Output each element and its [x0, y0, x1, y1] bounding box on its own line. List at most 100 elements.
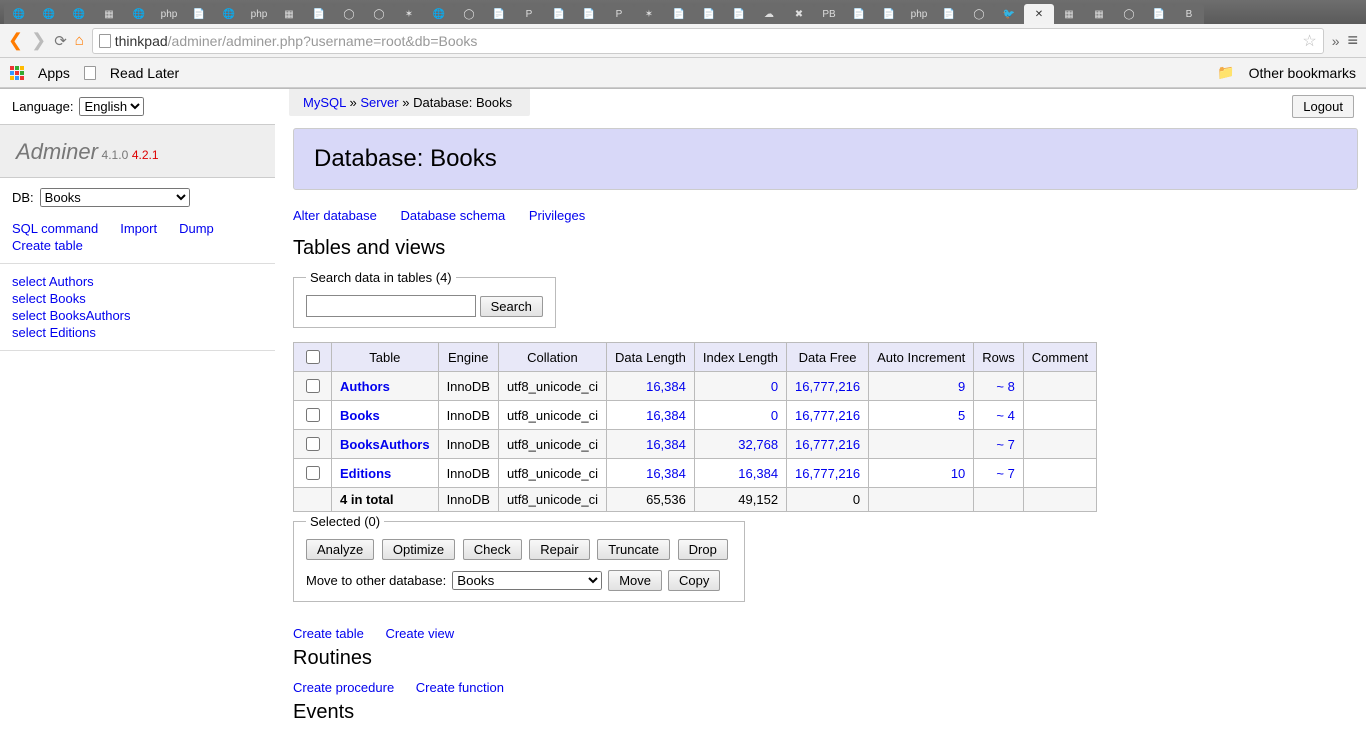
logout-button[interactable]: Logout — [1292, 95, 1354, 118]
col-rows[interactable]: Rows — [974, 343, 1024, 372]
bookmark-star-icon[interactable]: ☆ — [1302, 31, 1316, 51]
create-function-link[interactable]: Create function — [416, 680, 504, 695]
browser-tab[interactable]: 📄 — [1144, 4, 1174, 24]
dump-link[interactable]: Dump — [179, 221, 214, 236]
cell-data-free[interactable]: 16,777,216 — [795, 379, 860, 394]
browser-tab[interactable]: 📄 — [484, 4, 514, 24]
browser-tab-active[interactable]: ✕ — [1024, 4, 1054, 24]
cell-rows[interactable]: ~ 4 — [996, 408, 1014, 423]
col-engine[interactable]: Engine — [438, 343, 498, 372]
browser-tab[interactable]: ◯ — [364, 4, 394, 24]
browser-tab[interactable]: ◯ — [1114, 4, 1144, 24]
col-table[interactable]: Table — [332, 343, 439, 372]
select-all-checkbox[interactable] — [306, 350, 320, 364]
cell-data-length[interactable]: 16,384 — [646, 408, 686, 423]
col-data-length[interactable]: Data Length — [607, 343, 695, 372]
browser-tab[interactable]: 📄 — [574, 4, 604, 24]
database-schema-link[interactable]: Database schema — [400, 208, 505, 223]
browser-tab[interactable]: php — [244, 4, 274, 24]
breadcrumb-mysql[interactable]: MySQL — [303, 95, 346, 110]
browser-tab[interactable]: ▦ — [94, 4, 124, 24]
browser-tab[interactable]: 📄 — [724, 4, 754, 24]
cell-index-length[interactable]: 0 — [771, 379, 778, 394]
cell-data-length[interactable]: 16,384 — [646, 437, 686, 452]
home-icon[interactable]: ⌂ — [75, 32, 84, 49]
cell-rows[interactable]: ~ 7 — [996, 466, 1014, 481]
forward-icon[interactable]: ❯ — [31, 30, 46, 51]
browser-tab[interactable]: 📄 — [874, 4, 904, 24]
brand-latest-version[interactable]: 4.2.1 — [132, 148, 159, 162]
cell-data-free[interactable]: 16,777,216 — [795, 408, 860, 423]
sidebar-select-link[interactable]: select Books — [12, 291, 263, 306]
row-checkbox[interactable] — [306, 408, 320, 422]
cell-auto-inc[interactable]: 9 — [958, 379, 965, 394]
db-select[interactable]: Books — [40, 188, 190, 207]
apps-icon[interactable] — [10, 66, 24, 80]
row-checkbox[interactable] — [306, 466, 320, 480]
col-data-free[interactable]: Data Free — [787, 343, 869, 372]
browser-tab[interactable]: ✶ — [394, 4, 424, 24]
check-button[interactable]: Check — [463, 539, 522, 560]
move-db-select[interactable]: Books — [452, 571, 602, 590]
repair-button[interactable]: Repair — [529, 539, 589, 560]
cell-data-free[interactable]: 16,777,216 — [795, 437, 860, 452]
create-table-link[interactable]: Create table — [12, 238, 83, 253]
sidebar-select-link[interactable]: select BooksAuthors — [12, 308, 263, 323]
browser-tab[interactable]: ☁ — [754, 4, 784, 24]
create-view-link[interactable]: Create view — [385, 626, 454, 641]
browser-tab[interactable]: PB — [814, 4, 844, 24]
col-auto-increment[interactable]: Auto Increment — [869, 343, 974, 372]
browser-tab[interactable]: ▦ — [1084, 4, 1114, 24]
extensions-icon[interactable]: » — [1332, 33, 1340, 49]
cell-rows[interactable]: ~ 7 — [996, 437, 1014, 452]
browser-tab[interactable]: 🌐 — [424, 4, 454, 24]
search-input[interactable] — [306, 295, 476, 317]
apps-label[interactable]: Apps — [38, 65, 70, 81]
browser-tab[interactable]: php — [904, 4, 934, 24]
cell-index-length[interactable]: 32,768 — [738, 437, 778, 452]
row-checkbox[interactable] — [306, 379, 320, 393]
table-name-link[interactable]: Authors — [340, 379, 390, 394]
browser-tab[interactable]: ✖ — [784, 4, 814, 24]
browser-tab[interactable]: 📄 — [304, 4, 334, 24]
browser-tab[interactable]: ◯ — [964, 4, 994, 24]
browser-tab[interactable]: ◯ — [454, 4, 484, 24]
drop-button[interactable]: Drop — [678, 539, 728, 560]
browser-tab[interactable]: php — [154, 4, 184, 24]
browser-tab[interactable]: 📄 — [184, 4, 214, 24]
browser-menu-icon[interactable]: ≡ — [1347, 30, 1358, 51]
address-bar[interactable]: thinkpad/adminer/adminer.php?username=ro… — [92, 28, 1324, 54]
privileges-link[interactable]: Privileges — [529, 208, 585, 223]
browser-tab[interactable]: 📄 — [844, 4, 874, 24]
sidebar-select-link[interactable]: select Editions — [12, 325, 263, 340]
import-link[interactable]: Import — [120, 221, 157, 236]
cell-data-length[interactable]: 16,384 — [646, 466, 686, 481]
col-collation[interactable]: Collation — [498, 343, 606, 372]
browser-tab[interactable]: ▦ — [1054, 4, 1084, 24]
reload-icon[interactable]: ⟳ — [54, 32, 67, 50]
other-bookmarks[interactable]: Other bookmarks — [1249, 65, 1356, 81]
optimize-button[interactable]: Optimize — [382, 539, 455, 560]
col-comment[interactable]: Comment — [1023, 343, 1096, 372]
sidebar-select-link[interactable]: select Authors — [12, 274, 263, 289]
create-procedure-link[interactable]: Create procedure — [293, 680, 394, 695]
browser-tab[interactable]: 🐦 — [994, 4, 1024, 24]
cell-index-length[interactable]: 0 — [771, 408, 778, 423]
read-later-bookmark[interactable]: Read Later — [110, 65, 179, 81]
create-table-link-main[interactable]: Create table — [293, 626, 364, 641]
browser-tab[interactable]: 📄 — [544, 4, 574, 24]
analyze-button[interactable]: Analyze — [306, 539, 374, 560]
cell-data-free[interactable]: 16,777,216 — [795, 466, 860, 481]
cell-data-length[interactable]: 16,384 — [646, 379, 686, 394]
browser-tab[interactable]: 🌐 — [34, 4, 64, 24]
copy-button[interactable]: Copy — [668, 570, 720, 591]
alter-database-link[interactable]: Alter database — [293, 208, 377, 223]
table-name-link[interactable]: Books — [340, 408, 380, 423]
search-button[interactable]: Search — [480, 296, 543, 317]
move-button[interactable]: Move — [608, 570, 662, 591]
browser-tab[interactable]: ◯ — [334, 4, 364, 24]
browser-tab[interactable]: 🌐 — [214, 4, 244, 24]
browser-tab[interactable]: 📄 — [694, 4, 724, 24]
cell-auto-inc[interactable]: 10 — [951, 466, 965, 481]
browser-tab[interactable]: 🌐 — [4, 4, 34, 24]
